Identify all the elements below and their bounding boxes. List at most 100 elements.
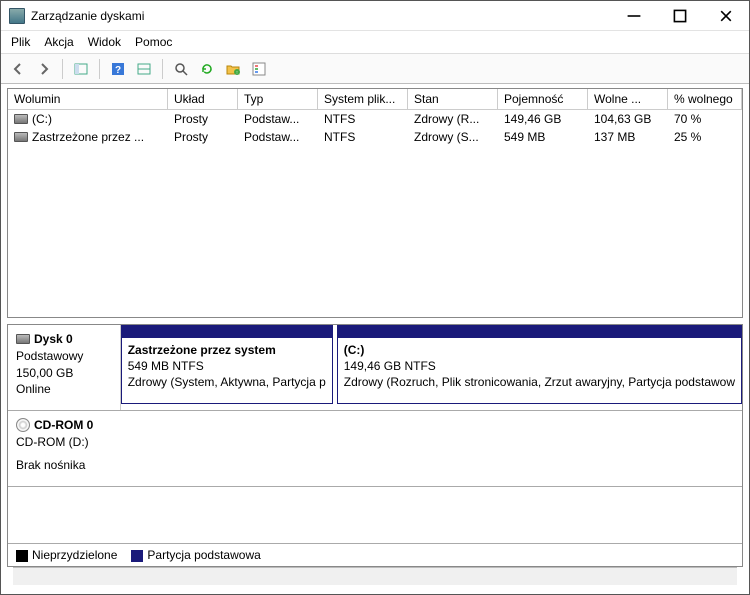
show-hide-button[interactable] <box>70 58 92 80</box>
forward-icon <box>36 61 52 77</box>
help-icon: ? <box>110 61 126 77</box>
refresh-button[interactable] <box>196 58 218 80</box>
volume-free: 104,63 GB <box>588 110 668 128</box>
col-fs[interactable]: System plik... <box>318 89 408 109</box>
minimize-icon <box>626 8 642 24</box>
volume-type: Podstaw... <box>238 128 318 146</box>
layout-icon <box>136 61 152 77</box>
partition-info: 149,46 GB NTFS <box>344 358 735 374</box>
volume-pct: 70 % <box>668 110 742 128</box>
back-icon <box>10 61 26 77</box>
menu-action[interactable]: Akcja <box>44 35 73 49</box>
legend-primary: Partycja podstawowa <box>131 548 260 562</box>
volume-icon <box>14 114 28 124</box>
volume-list-header: Wolumin Układ Typ System plik... Stan Po… <box>8 89 742 110</box>
cdrom-info[interactable]: CD-ROM 0 CD-ROM (D:) Brak nośnika <box>8 411 136 486</box>
svg-text:?: ? <box>115 65 121 76</box>
volume-status: Zdrowy (R... <box>408 110 498 128</box>
volume-name: (C:) <box>32 112 52 126</box>
disk-row: Dysk 0 Podstawowy 150,00 GB Online Zastr… <box>8 325 742 411</box>
partition-header-bar <box>121 325 333 337</box>
svg-text:↑: ↑ <box>236 70 239 76</box>
volume-layout: Prosty <box>168 128 238 146</box>
panel-icon <box>73 61 89 77</box>
disk-state: Online <box>16 381 112 398</box>
cdrom-drive: CD-ROM (D:) <box>16 434 128 451</box>
volume-type: Podstaw... <box>238 110 318 128</box>
toolbar: ? ↑ <box>1 54 749 84</box>
maximize-icon <box>672 8 688 24</box>
close-icon <box>718 8 734 24</box>
swatch-black <box>16 550 28 562</box>
cdrom-state: Brak nośnika <box>16 457 128 474</box>
status-bar <box>13 567 737 585</box>
disk-name: Dysk 0 <box>34 331 73 348</box>
cdrom-name: CD-ROM 0 <box>34 417 93 434</box>
toolbar-separator <box>162 59 163 79</box>
volume-pct: 25 % <box>668 128 742 146</box>
folder-button[interactable]: ↑ <box>222 58 244 80</box>
disk-type: Podstawowy <box>16 348 112 365</box>
window-title: Zarządzanie dyskami <box>31 9 611 23</box>
refresh-icon <box>199 61 215 77</box>
col-status[interactable]: Stan <box>408 89 498 109</box>
disk-info[interactable]: Dysk 0 Podstawowy 150,00 GB Online <box>8 325 121 410</box>
col-volume[interactable]: Wolumin <box>8 89 168 109</box>
volume-capacity: 149,46 GB <box>498 110 588 128</box>
partition-name: (C:) <box>344 342 735 358</box>
partition[interactable]: Zastrzeżone przez system 549 MB NTFS Zdr… <box>121 325 333 404</box>
properties-icon <box>251 61 267 77</box>
volume-name: Zastrzeżone przez ... <box>32 130 144 144</box>
legend-unallocated: Nieprzydzielone <box>16 548 117 562</box>
disk-size: 150,00 GB <box>16 365 112 382</box>
content-area: Wolumin Układ Typ System plik... Stan Po… <box>1 84 749 589</box>
folder-icon: ↑ <box>225 61 241 77</box>
col-capacity[interactable]: Pojemność <box>498 89 588 109</box>
layout-button[interactable] <box>133 58 155 80</box>
swatch-navy <box>131 550 143 562</box>
toolbar-separator <box>99 59 100 79</box>
menu-view[interactable]: Widok <box>88 35 121 49</box>
cdrom-row: CD-ROM 0 CD-ROM (D:) Brak nośnika <box>8 411 742 487</box>
help-button[interactable]: ? <box>107 58 129 80</box>
partition-name: Zastrzeżone przez system <box>128 342 326 358</box>
col-type[interactable]: Typ <box>238 89 318 109</box>
volume-fs: NTFS <box>318 110 408 128</box>
cdrom-icon <box>16 418 30 432</box>
col-pct[interactable]: % wolnego <box>668 89 742 109</box>
disk-icon <box>16 334 30 344</box>
volume-free: 137 MB <box>588 128 668 146</box>
partition-status: Zdrowy (System, Aktywna, Partycja p <box>128 374 326 390</box>
forward-button[interactable] <box>33 58 55 80</box>
volume-list[interactable]: Wolumin Układ Typ System plik... Stan Po… <box>7 88 743 318</box>
volume-capacity: 549 MB <box>498 128 588 146</box>
partition-status: Zdrowy (Rozruch, Plik stronicowania, Zrz… <box>344 374 735 390</box>
partition-header-bar <box>337 325 742 337</box>
menu-bar: Plik Akcja Widok Pomoc <box>1 31 749 54</box>
search-icon <box>173 61 189 77</box>
menu-help[interactable]: Pomoc <box>135 35 172 49</box>
maximize-button[interactable] <box>657 1 703 31</box>
app-icon <box>9 8 25 24</box>
volume-row[interactable]: Zastrzeżone przez ... Prosty Podstaw... … <box>8 128 742 146</box>
volume-status: Zdrowy (S... <box>408 128 498 146</box>
partition[interactable]: (C:) 149,46 GB NTFS Zdrowy (Rozruch, Pli… <box>337 325 742 404</box>
back-button[interactable] <box>7 58 29 80</box>
title-bar: Zarządzanie dyskami <box>1 1 749 31</box>
close-button[interactable] <box>703 1 749 31</box>
legend: Nieprzydzielone Partycja podstawowa <box>8 543 742 566</box>
graphical-view: Dysk 0 Podstawowy 150,00 GB Online Zastr… <box>7 324 743 567</box>
col-layout[interactable]: Układ <box>168 89 238 109</box>
col-free[interactable]: Wolne ... <box>588 89 668 109</box>
volume-icon <box>14 132 28 142</box>
partitions: Zastrzeżone przez system 549 MB NTFS Zdr… <box>121 325 742 410</box>
toolbar-separator <box>62 59 63 79</box>
volume-row[interactable]: (C:) Prosty Podstaw... NTFS Zdrowy (R...… <box>8 110 742 128</box>
find-button[interactable] <box>170 58 192 80</box>
properties-button[interactable] <box>248 58 270 80</box>
menu-file[interactable]: Plik <box>11 35 30 49</box>
volume-fs: NTFS <box>318 128 408 146</box>
partition-info: 549 MB NTFS <box>128 358 326 374</box>
volume-layout: Prosty <box>168 110 238 128</box>
minimize-button[interactable] <box>611 1 657 31</box>
